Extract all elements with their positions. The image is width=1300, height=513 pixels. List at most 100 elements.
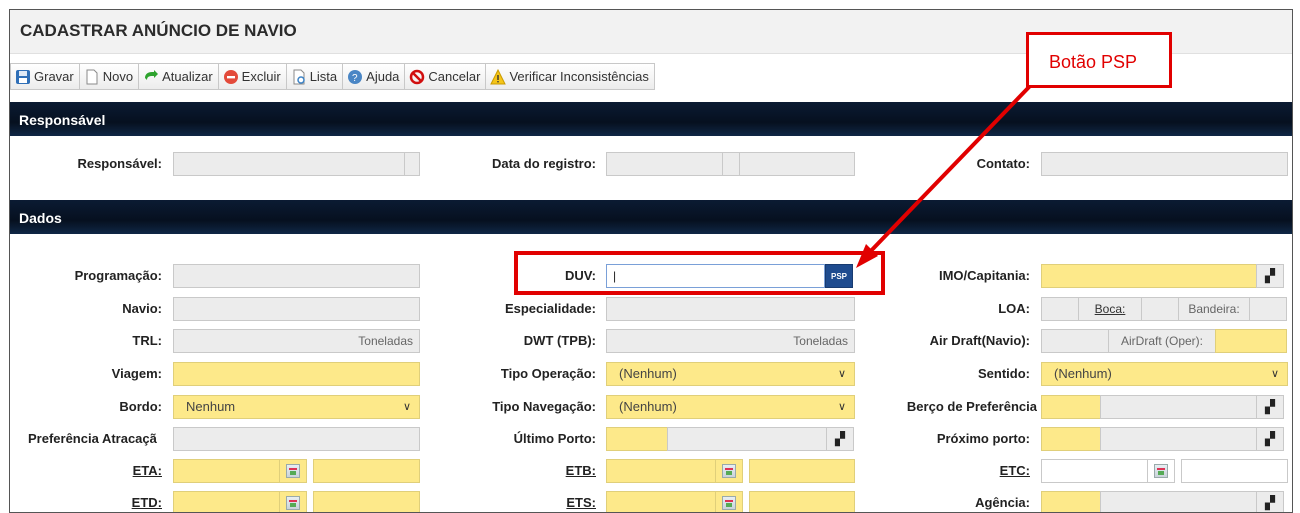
binoculars-icon: ▞	[1265, 431, 1275, 446]
calendar-icon	[1154, 464, 1168, 478]
air-draft-field[interactable]	[1041, 329, 1109, 353]
etb-label: ETB:	[565, 463, 596, 478]
ets-date-field[interactable]	[606, 491, 716, 512]
list-label: Lista	[309, 69, 338, 84]
agencia-search-button[interactable]: ▞	[1256, 491, 1284, 512]
save-button[interactable]: Gravar	[10, 63, 80, 90]
binoculars-icon: ▞	[1265, 268, 1275, 283]
eta-calendar-button[interactable]	[279, 459, 307, 483]
ets-time-field[interactable]	[749, 491, 855, 512]
cancel-button[interactable]: Cancelar	[405, 63, 487, 90]
contato-label: Contato:	[976, 156, 1030, 171]
sentido-value: (Nenhum)	[1054, 366, 1112, 381]
etb-calendar-button[interactable]	[715, 459, 743, 483]
tipo-navegacao-label: Tipo Navegação:	[492, 399, 596, 414]
etc-date-field[interactable]	[1041, 459, 1148, 483]
calendar-icon	[722, 496, 736, 510]
etd-calendar-button[interactable]	[279, 491, 307, 512]
tipo-operacao-value: (Nenhum)	[619, 366, 677, 381]
navio-field[interactable]	[173, 297, 420, 321]
proximo-porto-code-field[interactable]	[1041, 427, 1101, 451]
tipo-operacao-select[interactable]: (Nenhum) ∨	[606, 362, 855, 386]
ultimo-porto-code-field[interactable]	[606, 427, 668, 451]
eta-time-field[interactable]	[313, 459, 420, 483]
especialidade-label: Especialidade:	[504, 301, 596, 316]
save-icon	[15, 69, 31, 85]
boca-field[interactable]	[1141, 297, 1179, 321]
responsavel-extra-field[interactable]	[404, 152, 420, 176]
refresh-label: Atualizar	[162, 69, 213, 84]
agencia-code-field[interactable]	[1041, 491, 1101, 512]
proximo-porto-label: Próximo porto:	[936, 431, 1030, 446]
berco-code-field[interactable]	[1041, 395, 1101, 419]
air-draft-oper-label: AirDraft (Oper):	[1108, 329, 1216, 353]
trl-field[interactable]: Toneladas	[173, 329, 420, 353]
viagem-label: Viagem:	[111, 366, 162, 381]
especialidade-field[interactable]	[606, 297, 855, 321]
etc-calendar-button[interactable]	[1147, 459, 1175, 483]
trl-label: TRL:	[132, 333, 162, 348]
data-registro-date-field[interactable]	[606, 152, 723, 176]
sentido-select[interactable]: (Nenhum) ∨	[1041, 362, 1288, 386]
dwt-field[interactable]: Toneladas	[606, 329, 855, 353]
air-draft-oper-field[interactable]	[1215, 329, 1287, 353]
preferencia-atracacao-field[interactable]	[173, 427, 420, 451]
data-registro-sep-field[interactable]	[722, 152, 740, 176]
help-icon: ?	[347, 69, 363, 85]
list-button[interactable]: Lista	[286, 63, 344, 90]
berco-name-field[interactable]	[1100, 395, 1257, 419]
viagem-field[interactable]	[173, 362, 420, 386]
ultimo-porto-search-button[interactable]: ▞	[826, 427, 854, 451]
contato-field[interactable]	[1041, 152, 1288, 176]
responsavel-field[interactable]	[173, 152, 405, 176]
loa-field[interactable]	[1041, 297, 1079, 321]
verify-inconsistencies-button[interactable]: Verificar Inconsistências	[486, 63, 655, 90]
row-trl: TRL: Toneladas DWT (TPB): Toneladas Air …	[10, 329, 1292, 353]
bordo-select[interactable]: Nenhum ∨	[173, 395, 420, 419]
cancel-label: Cancelar	[428, 69, 481, 84]
help-button[interactable]: ? Ajuda	[343, 63, 406, 90]
etb-date-field[interactable]	[606, 459, 716, 483]
agencia-label: Agência:	[975, 495, 1030, 510]
etc-time-field[interactable]	[1181, 459, 1288, 483]
tipo-operacao-label: Tipo Operação:	[500, 366, 596, 381]
dwt-unit: Toneladas	[793, 334, 848, 348]
psp-highlight-box	[514, 251, 885, 295]
bandeira-field[interactable]	[1249, 297, 1287, 321]
tipo-navegacao-select[interactable]: (Nenhum) ∨	[606, 395, 855, 419]
etb-time-field[interactable]	[749, 459, 855, 483]
loa-label: LOA:	[998, 301, 1030, 316]
warning-icon	[490, 68, 507, 85]
etd-time-field[interactable]	[313, 491, 420, 512]
new-button[interactable]: Novo	[79, 63, 140, 90]
responsavel-row: Responsável: Data do registro: Contato:	[10, 152, 1292, 176]
boca-label: Boca:	[1078, 297, 1142, 321]
refresh-button[interactable]: Atualizar	[139, 63, 219, 90]
berco-search-button[interactable]: ▞	[1256, 395, 1284, 419]
data-registro-time-field[interactable]	[739, 152, 855, 176]
section-dados-header: Dados	[10, 200, 1292, 234]
sentido-label: Sentido:	[978, 366, 1030, 381]
proximo-porto-search-button[interactable]: ▞	[1256, 427, 1284, 451]
eta-date-field[interactable]	[173, 459, 280, 483]
row-viagem: Viagem: Tipo Operação: (Nenhum) ∨ Sentido…	[10, 362, 1292, 386]
verify-inconsistencies-label: Verificar Inconsistências	[509, 69, 649, 84]
agencia-name-field[interactable]	[1100, 491, 1257, 512]
new-document-icon	[84, 69, 100, 85]
ultimo-porto-name-field[interactable]	[667, 427, 827, 451]
help-label: Ajuda	[366, 69, 400, 84]
delete-button[interactable]: Excluir	[218, 63, 287, 90]
trl-unit: Toneladas	[358, 334, 413, 348]
etd-date-field[interactable]	[173, 491, 280, 512]
imo-field[interactable]	[1041, 264, 1257, 288]
proximo-porto-name-field[interactable]	[1100, 427, 1257, 451]
air-draft-label: Air Draft(Navio):	[929, 333, 1030, 348]
imo-search-button[interactable]: ▞	[1256, 264, 1284, 288]
programacao-label: Programação:	[74, 268, 162, 283]
dwt-label: DWT (TPB):	[523, 333, 596, 348]
delete-icon	[223, 69, 239, 85]
chevron-down-icon: ∨	[837, 368, 846, 380]
programacao-field[interactable]	[173, 264, 420, 288]
ets-calendar-button[interactable]	[715, 491, 743, 512]
tipo-navegacao-value: (Nenhum)	[619, 399, 677, 414]
